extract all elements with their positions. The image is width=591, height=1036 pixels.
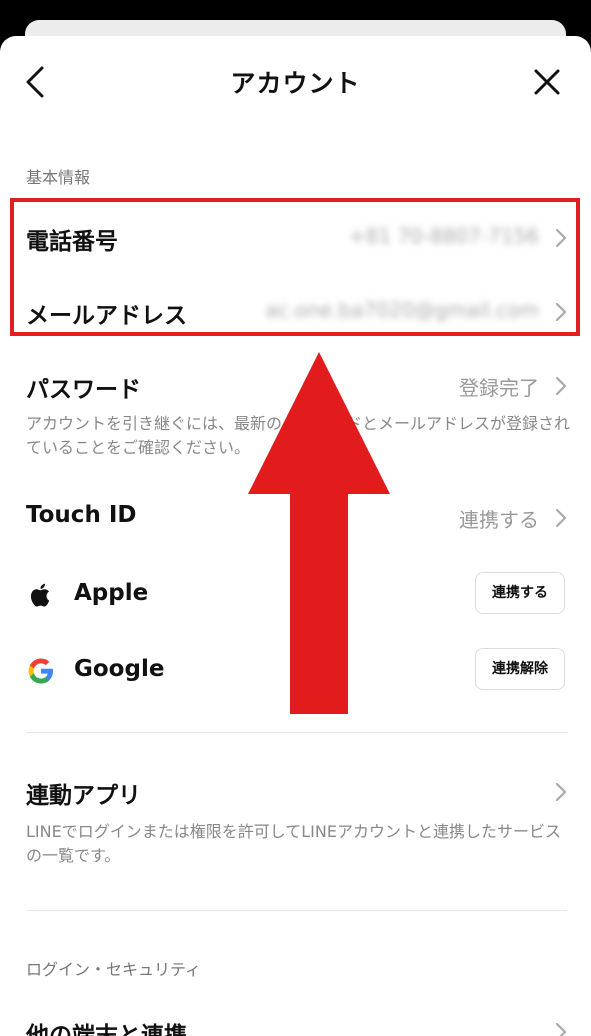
- apple-label: Apple: [74, 580, 149, 606]
- chevron-right-icon: [555, 782, 567, 802]
- other-device-label: 他の端末と連携: [26, 1023, 187, 1036]
- email-value: ac.one.ba7020@gmail.com: [265, 298, 539, 322]
- close-button[interactable]: [532, 67, 562, 97]
- google-icon: [28, 658, 53, 684]
- password-status: 登録完了: [459, 376, 539, 400]
- password-description: アカウントを引き継ぐには、最新のパスワードとメールアドレスが登録されていることを…: [26, 414, 571, 457]
- divider: [26, 910, 567, 911]
- apple-icon: [30, 583, 50, 607]
- apple-link-button[interactable]: 連携する: [475, 572, 565, 614]
- chevron-right-icon: [555, 508, 567, 528]
- section-label-login-security: ログイン・セキュリティ: [26, 960, 202, 979]
- header: アカウント: [0, 36, 591, 126]
- google-row: Google 連携解除: [0, 642, 591, 702]
- chevron-right-icon: [555, 1022, 567, 1036]
- divider: [26, 732, 567, 733]
- other-device-row[interactable]: 他の端末と連携: [0, 1002, 591, 1036]
- linked-apps-description: LINEでログインまたは権限を許可してLINEアカウントと連携したサービスの一覧…: [26, 822, 561, 865]
- chevron-right-icon: [555, 228, 567, 248]
- phone-number-value: +81 70-8807-7156: [348, 224, 539, 248]
- chevron-right-icon: [555, 376, 567, 396]
- phone-number-row[interactable]: 電話番号 +81 70-8807-7156: [0, 208, 591, 268]
- page-title: アカウント: [230, 69, 361, 98]
- linked-apps-row[interactable]: 連動アプリ: [0, 762, 591, 822]
- apple-row: Apple 連携する: [0, 566, 591, 626]
- close-icon: [534, 69, 560, 95]
- touch-id-row[interactable]: Touch ID 連携する: [0, 488, 591, 548]
- email-row[interactable]: メールアドレス ac.one.ba7020@gmail.com: [0, 282, 591, 342]
- google-unlink-button[interactable]: 連携解除: [475, 648, 565, 690]
- email-label: メールアドレス: [26, 303, 187, 329]
- touch-id-value: 連携する: [459, 508, 539, 532]
- phone-number-label: 電話番号: [26, 229, 118, 255]
- linked-apps-label: 連動アプリ: [26, 783, 141, 809]
- google-label: Google: [74, 656, 165, 682]
- section-label-basic-info: 基本情報: [26, 168, 91, 187]
- chevron-right-icon: [555, 302, 567, 322]
- touch-id-label: Touch ID: [26, 502, 137, 528]
- password-row[interactable]: パスワード 登録完了: [0, 356, 591, 416]
- account-sheet: アカウント 基本情報 電話番号 +81 70-8807-7156 メールアドレス…: [0, 36, 591, 1036]
- password-label: パスワード: [26, 377, 141, 403]
